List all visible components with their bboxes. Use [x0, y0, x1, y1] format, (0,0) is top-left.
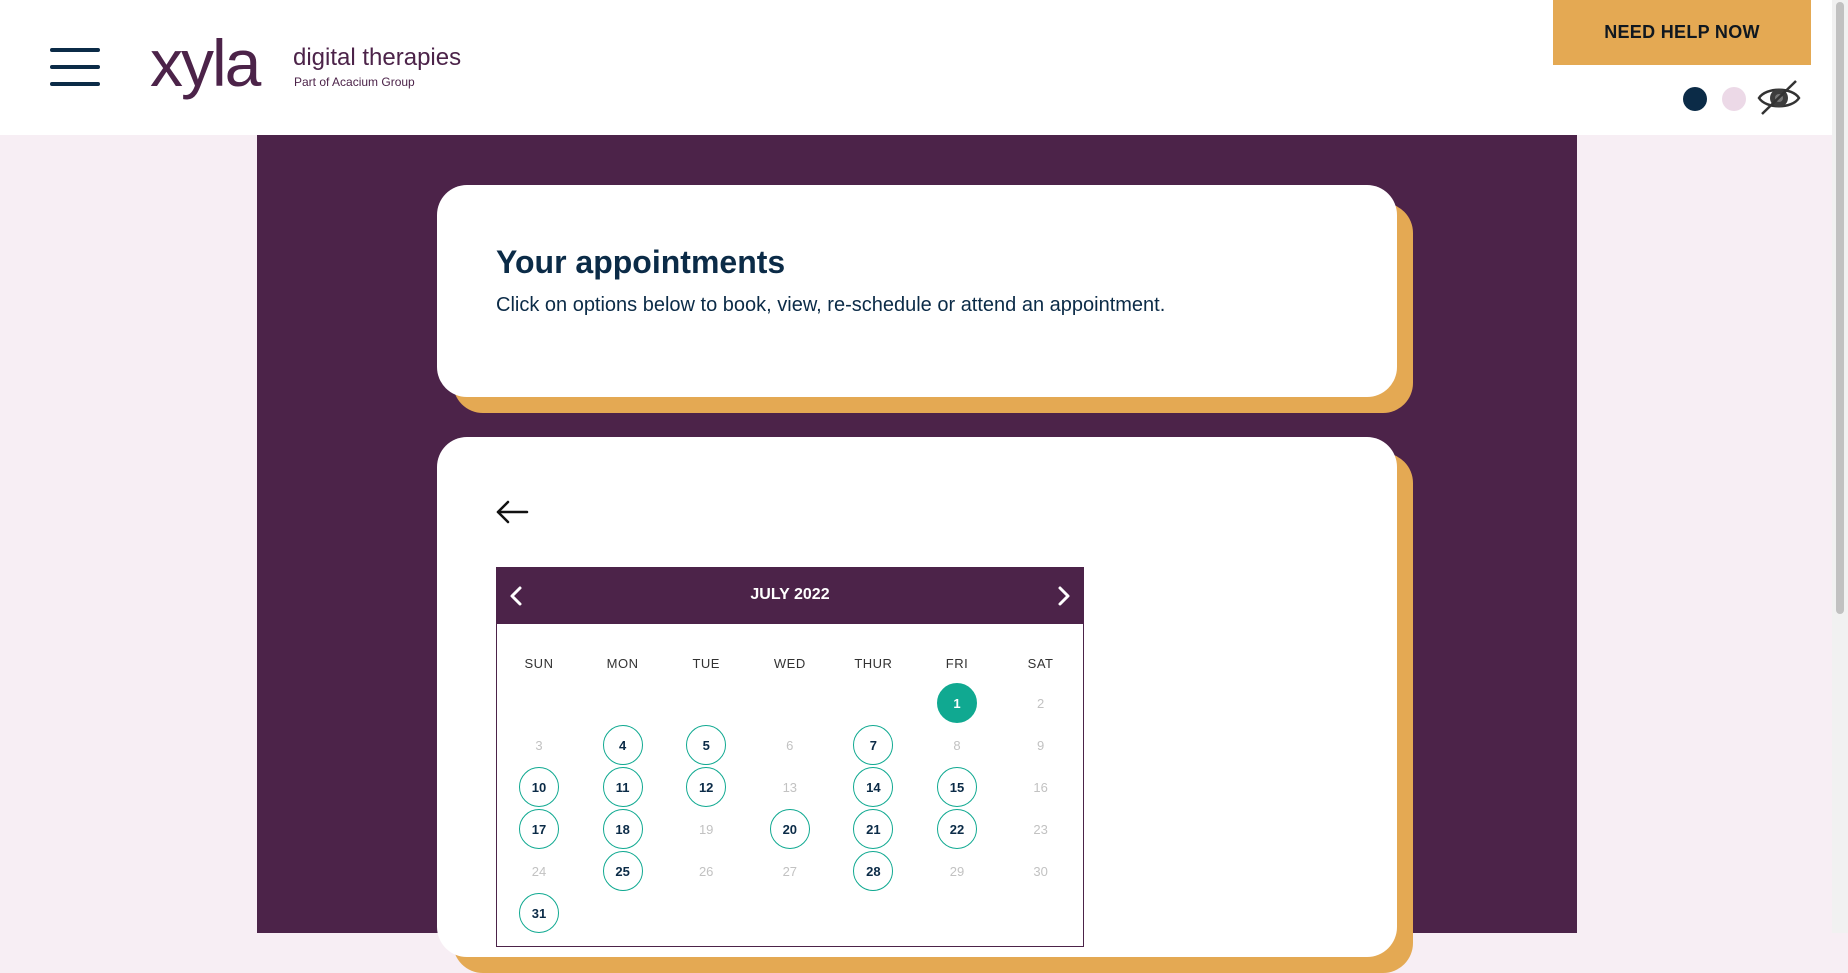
menu-bar [50, 82, 100, 86]
calendar-day-31[interactable]: 31 [519, 893, 559, 933]
calendar-day-4[interactable]: 4 [602, 725, 643, 765]
calendar-day-30: 30 [1033, 863, 1048, 879]
page-scrollbar[interactable] [1832, 0, 1848, 933]
chevron-right-icon[interactable] [1049, 582, 1077, 610]
date-picker: JULY 2022 SUN MON TUE WED THUR FRI SAT 1 2 3 4 5 6 7 8… [496, 567, 1084, 947]
eye-slash-icon[interactable] [1756, 78, 1802, 118]
need-help-now-button[interactable]: NEED HELP NOW [1553, 0, 1811, 65]
calendar-day-14[interactable]: 14 [853, 767, 894, 807]
weekday-label: TUE [692, 656, 720, 671]
calendar-day-19: 19 [698, 821, 714, 837]
calendar-day-27: 27 [782, 863, 798, 879]
scrollbar-thumb[interactable] [1836, 2, 1844, 614]
logo-subline: Part of Acacium Group [294, 75, 415, 89]
calendar-day-1[interactable]: 1 [937, 683, 977, 723]
calendar-day-28[interactable]: 28 [853, 851, 894, 891]
logo-tagline: digital therapies [293, 44, 462, 71]
calendar-header: JULY 2022 [497, 568, 1083, 624]
calendar-day-22[interactable]: 22 [937, 809, 977, 849]
calendar-day-3: 3 [535, 737, 543, 753]
calendar-day-12[interactable]: 12 [686, 767, 727, 807]
calendar-day-11[interactable]: 11 [602, 767, 643, 807]
calendar-day-23: 23 [1033, 821, 1048, 837]
calendar-day-10[interactable]: 10 [519, 767, 559, 807]
calendar-month-label: JULY 2022 [750, 586, 830, 603]
weekday-label: SUN [524, 656, 554, 671]
calendar-day-6: 6 [786, 737, 794, 753]
calendar-day-7[interactable]: 7 [853, 725, 894, 765]
calendar-day-17[interactable]: 17 [519, 809, 559, 849]
page-subtitle: Click on options below to book, view, re… [496, 294, 1166, 316]
intro-card [437, 185, 1397, 397]
page-title: Your appointments [496, 244, 786, 280]
navy-theme-toggle[interactable] [1683, 87, 1707, 111]
calendar-day-2: 2 [1036, 695, 1045, 711]
menu-icon[interactable] [50, 48, 100, 86]
calendar-day-24: 24 [531, 863, 547, 879]
weekday-label: MON [606, 656, 639, 671]
calendar-day-13: 13 [782, 779, 798, 795]
calendar-day-26: 26 [698, 863, 714, 879]
weekday-label: THUR [854, 656, 893, 671]
weekday-label: FRI [945, 656, 969, 671]
site-header: xyla digital therapies Part of Acacium G… [0, 0, 1848, 135]
calendar-day-5[interactable]: 5 [686, 725, 727, 765]
calendar-day-9: 9 [1036, 737, 1045, 753]
calendar-day-18[interactable]: 18 [602, 809, 643, 849]
calendar-day-15[interactable]: 15 [937, 767, 977, 807]
calendar-day-25[interactable]: 25 [602, 851, 643, 891]
calendar-day-20[interactable]: 20 [769, 809, 810, 849]
xyla-logo[interactable]: xyla digital therapies Part of Acacium G… [150, 30, 470, 100]
calendar-day-8: 8 [953, 737, 961, 753]
calendar-day-29: 29 [949, 863, 965, 879]
arrow-left-icon[interactable] [495, 498, 529, 526]
pink-theme-toggle[interactable] [1722, 87, 1746, 111]
weekday-label: SAT [1027, 656, 1054, 671]
calendar-day-21[interactable]: 21 [853, 809, 894, 849]
menu-bar [50, 65, 100, 69]
weekday-label: WED [773, 656, 806, 671]
menu-bar [50, 48, 100, 52]
calendar-day-16: 16 [1033, 779, 1048, 795]
logo-wordmark: xyla [150, 26, 261, 100]
